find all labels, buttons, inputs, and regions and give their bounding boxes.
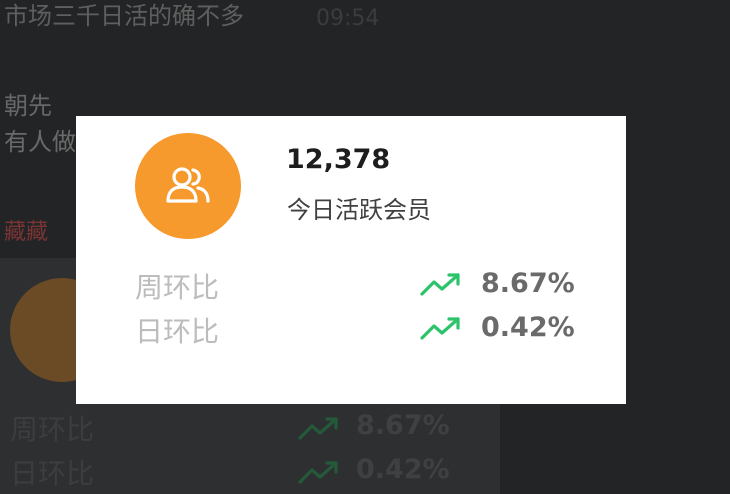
stat-label: 日环比 bbox=[10, 457, 95, 490]
stat-label: 周环比 bbox=[135, 271, 220, 304]
stat-row-daily: 日环比 0.42% bbox=[76, 310, 626, 350]
stat-label: 日环比 bbox=[135, 315, 220, 348]
ghost-stat-row: 周环比 8.67% bbox=[0, 408, 500, 448]
trend-up-icon bbox=[298, 416, 340, 446]
trend-up-icon bbox=[420, 272, 462, 302]
users-icon bbox=[135, 133, 241, 239]
chat-message-text: 有人做 bbox=[4, 128, 76, 156]
active-members-card: 12,378 今日活跃会员 周环比 8.67% 日环比 0.42% bbox=[76, 116, 626, 404]
trend-up-icon bbox=[420, 316, 462, 346]
stat-value: 0.42% bbox=[356, 454, 450, 485]
active-members-count: 12,378 bbox=[286, 144, 391, 175]
stat-label: 周环比 bbox=[10, 413, 95, 446]
stat-value: 8.67% bbox=[356, 410, 450, 441]
chat-timestamp: 09:54 bbox=[316, 6, 380, 31]
stat-row-weekly: 周环比 8.67% bbox=[76, 266, 626, 306]
trend-up-icon bbox=[298, 460, 340, 490]
chat-sender-name: 藏藏 bbox=[4, 220, 49, 245]
stat-value: 0.42% bbox=[481, 312, 575, 343]
stat-value: 8.67% bbox=[481, 268, 575, 299]
chat-message-text: 市场三千日活的确不多 bbox=[4, 2, 244, 30]
ghost-stat-row: 日环比 0.42% bbox=[0, 452, 500, 492]
chat-sender-name: 朝先 bbox=[4, 92, 52, 120]
active-members-label: 今日活跃会员 bbox=[287, 196, 431, 224]
